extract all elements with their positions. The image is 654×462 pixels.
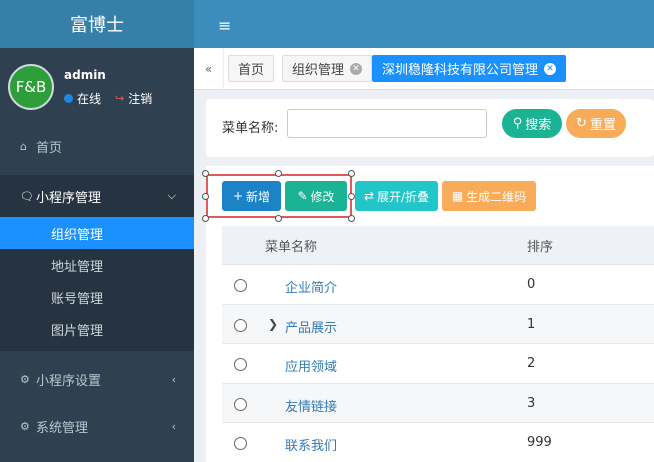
- chevron-left-icon: ‹: [171, 419, 176, 433]
- logout-link[interactable]: 注销: [128, 90, 152, 107]
- sort-cell: 999: [527, 435, 552, 450]
- search-panel: 菜单名称: ⚲ 搜索 ↻ 重置: [206, 99, 654, 157]
- user-panel: F&B admin 在线 ↪ 注销: [0, 48, 194, 126]
- resize-handle[interactable]: [275, 170, 282, 177]
- tabs-scroll-left-icon[interactable]: «: [194, 48, 224, 90]
- user-name: admin: [64, 68, 106, 82]
- menu-name-cell: 联系我们: [285, 439, 338, 454]
- table-header: 菜单名称 排序: [222, 226, 654, 265]
- sidebar: 富博士 F&B admin 在线 ↪ 注销 ⌂ 首页 🗨 小程序管理 ⌵ 组织管…: [0, 0, 194, 462]
- close-icon[interactable]: ✕: [350, 62, 363, 75]
- app-title: 富博士: [0, 0, 194, 48]
- sidebar-item-label: 小程序设置: [36, 373, 102, 389]
- resize-handle[interactable]: [348, 193, 355, 200]
- home-icon: ⌂: [20, 139, 27, 153]
- tab-home[interactable]: 首页: [228, 55, 275, 82]
- submenu-miniprogram-management: 组织管理 地址管理 账号管理 图片管理: [0, 217, 194, 351]
- resize-handle[interactable]: [348, 170, 355, 177]
- menu-name-cell: 应用领域: [285, 360, 338, 375]
- chevron-down-icon: ⌵: [167, 189, 176, 202]
- table-row[interactable]: 应用领域 2: [222, 344, 654, 384]
- tab-label: 首页: [238, 63, 265, 78]
- tab-label: 组织管理: [292, 63, 345, 78]
- table-row[interactable]: ❯ 产品展示 1: [222, 304, 654, 344]
- logout-icon[interactable]: ↪: [115, 92, 124, 105]
- generate-qrcode-button-label: 生成二维码: [466, 189, 527, 204]
- menu-table: 菜单名称 排序 企业简介 0 ❯ 产品展示 1 应用领域 2 友情链接 3 联系…: [222, 226, 654, 462]
- sidebar-item-miniprogram-settings[interactable]: ⚙ 小程序设置 ‹: [0, 357, 194, 401]
- row-radio[interactable]: [234, 437, 247, 450]
- close-icon[interactable]: ✕: [544, 62, 557, 75]
- menu-name-label: 菜单名称:: [222, 121, 279, 136]
- row-radio[interactable]: [234, 358, 247, 371]
- row-radio[interactable]: [234, 397, 247, 411]
- reset-button-label: 重置: [589, 118, 616, 133]
- expand-collapse-button-label: 展开/折叠: [377, 189, 430, 204]
- row-radio[interactable]: [234, 318, 247, 332]
- online-status-label: 在线: [77, 92, 102, 106]
- top-header: ≡: [194, 0, 654, 48]
- column-header-sort: 排序: [527, 239, 554, 255]
- table-row[interactable]: 友情链接 3: [222, 383, 654, 423]
- menu-name-cell: 产品展示: [285, 320, 338, 336]
- gears-icon: ⚙: [20, 372, 30, 386]
- table-row[interactable]: 联系我们 999: [222, 423, 654, 462]
- search-button[interactable]: ⚲ 搜索: [502, 109, 562, 138]
- exchange-icon: ⇄: [363, 189, 374, 203]
- sort-cell: 3: [527, 395, 536, 411]
- sidebar-item-home[interactable]: ⌂ 首页: [0, 127, 194, 165]
- tab-label: 深圳稳隆科技有限公司管理: [382, 63, 539, 78]
- edit-button-label: 修改: [310, 189, 335, 204]
- avatar: F&B: [8, 64, 54, 110]
- menu-name-input[interactable]: [287, 109, 487, 138]
- sidebar-item-account[interactable]: 账号管理: [0, 281, 194, 313]
- sidebar-item-organization[interactable]: 组织管理: [0, 217, 194, 249]
- edit-button[interactable]: ✎ 修改: [285, 181, 347, 211]
- sidebar-item-label: 首页: [36, 140, 63, 156]
- page-tabs: « 首页 组织管理 ✕ 深圳稳隆科技有限公司管理 ✕: [194, 48, 654, 90]
- sort-cell: 2: [527, 356, 536, 371]
- reset-button[interactable]: ↻ 重置: [566, 109, 626, 138]
- plus-icon: +: [232, 189, 244, 203]
- gear-icon: ⚙: [20, 419, 30, 433]
- expand-collapse-button[interactable]: ⇄ 展开/折叠: [355, 181, 438, 211]
- search-icon: ⚲: [512, 116, 523, 131]
- chevron-right-icon[interactable]: ❯: [268, 317, 278, 331]
- user-status: 在线 ↪ 注销: [64, 90, 152, 107]
- table-row[interactable]: 企业简介 0: [222, 265, 654, 305]
- add-button[interactable]: + 新增: [222, 181, 281, 211]
- qrcode-icon: ▦: [451, 189, 464, 203]
- generate-qrcode-button[interactable]: ▦ 生成二维码: [442, 181, 536, 211]
- menu-name-cell: 友情链接: [285, 399, 338, 415]
- sidebar-item-images[interactable]: 图片管理: [0, 313, 194, 345]
- menu-tree-panel: + 新增 ✎ 修改 ⇄ 展开/折叠 ▦ 生成二维码 菜单名称 排序 企业简介 0…: [202, 166, 654, 462]
- column-header-name: 菜单名称: [265, 239, 318, 255]
- wechat-icon: 🗨: [20, 189, 34, 203]
- resize-handle[interactable]: [202, 215, 209, 222]
- tab-organization[interactable]: 组织管理 ✕: [282, 55, 373, 82]
- row-radio[interactable]: [234, 279, 247, 292]
- sidebar-item-address[interactable]: 地址管理: [0, 249, 194, 281]
- sort-cell: 0: [527, 277, 536, 292]
- resize-handle[interactable]: [275, 215, 282, 222]
- search-button-label: 搜索: [525, 118, 552, 133]
- tab-company-management[interactable]: 深圳稳隆科技有限公司管理 ✕: [372, 55, 567, 82]
- edit-icon: ✎: [297, 189, 308, 203]
- online-status-icon: [64, 94, 73, 103]
- resize-handle[interactable]: [202, 193, 209, 200]
- menu-toggle-icon[interactable]: ≡: [218, 16, 231, 35]
- chevron-left-icon: ‹: [171, 372, 176, 386]
- sidebar-item-miniprogram-management[interactable]: 🗨 小程序管理 ⌵: [0, 175, 194, 217]
- sort-cell: 1: [527, 316, 536, 332]
- refresh-icon: ↻: [576, 116, 587, 131]
- sidebar-item-system-management[interactable]: ⚙ 系统管理 ‹: [0, 401, 194, 451]
- menu-name-cell: 企业简介: [285, 281, 338, 296]
- add-button-label: 新增: [246, 189, 271, 204]
- resize-handle[interactable]: [202, 170, 209, 177]
- sidebar-item-label: 系统管理: [36, 420, 89, 436]
- sidebar-item-label: 小程序管理: [36, 190, 102, 206]
- resize-handle[interactable]: [348, 215, 355, 222]
